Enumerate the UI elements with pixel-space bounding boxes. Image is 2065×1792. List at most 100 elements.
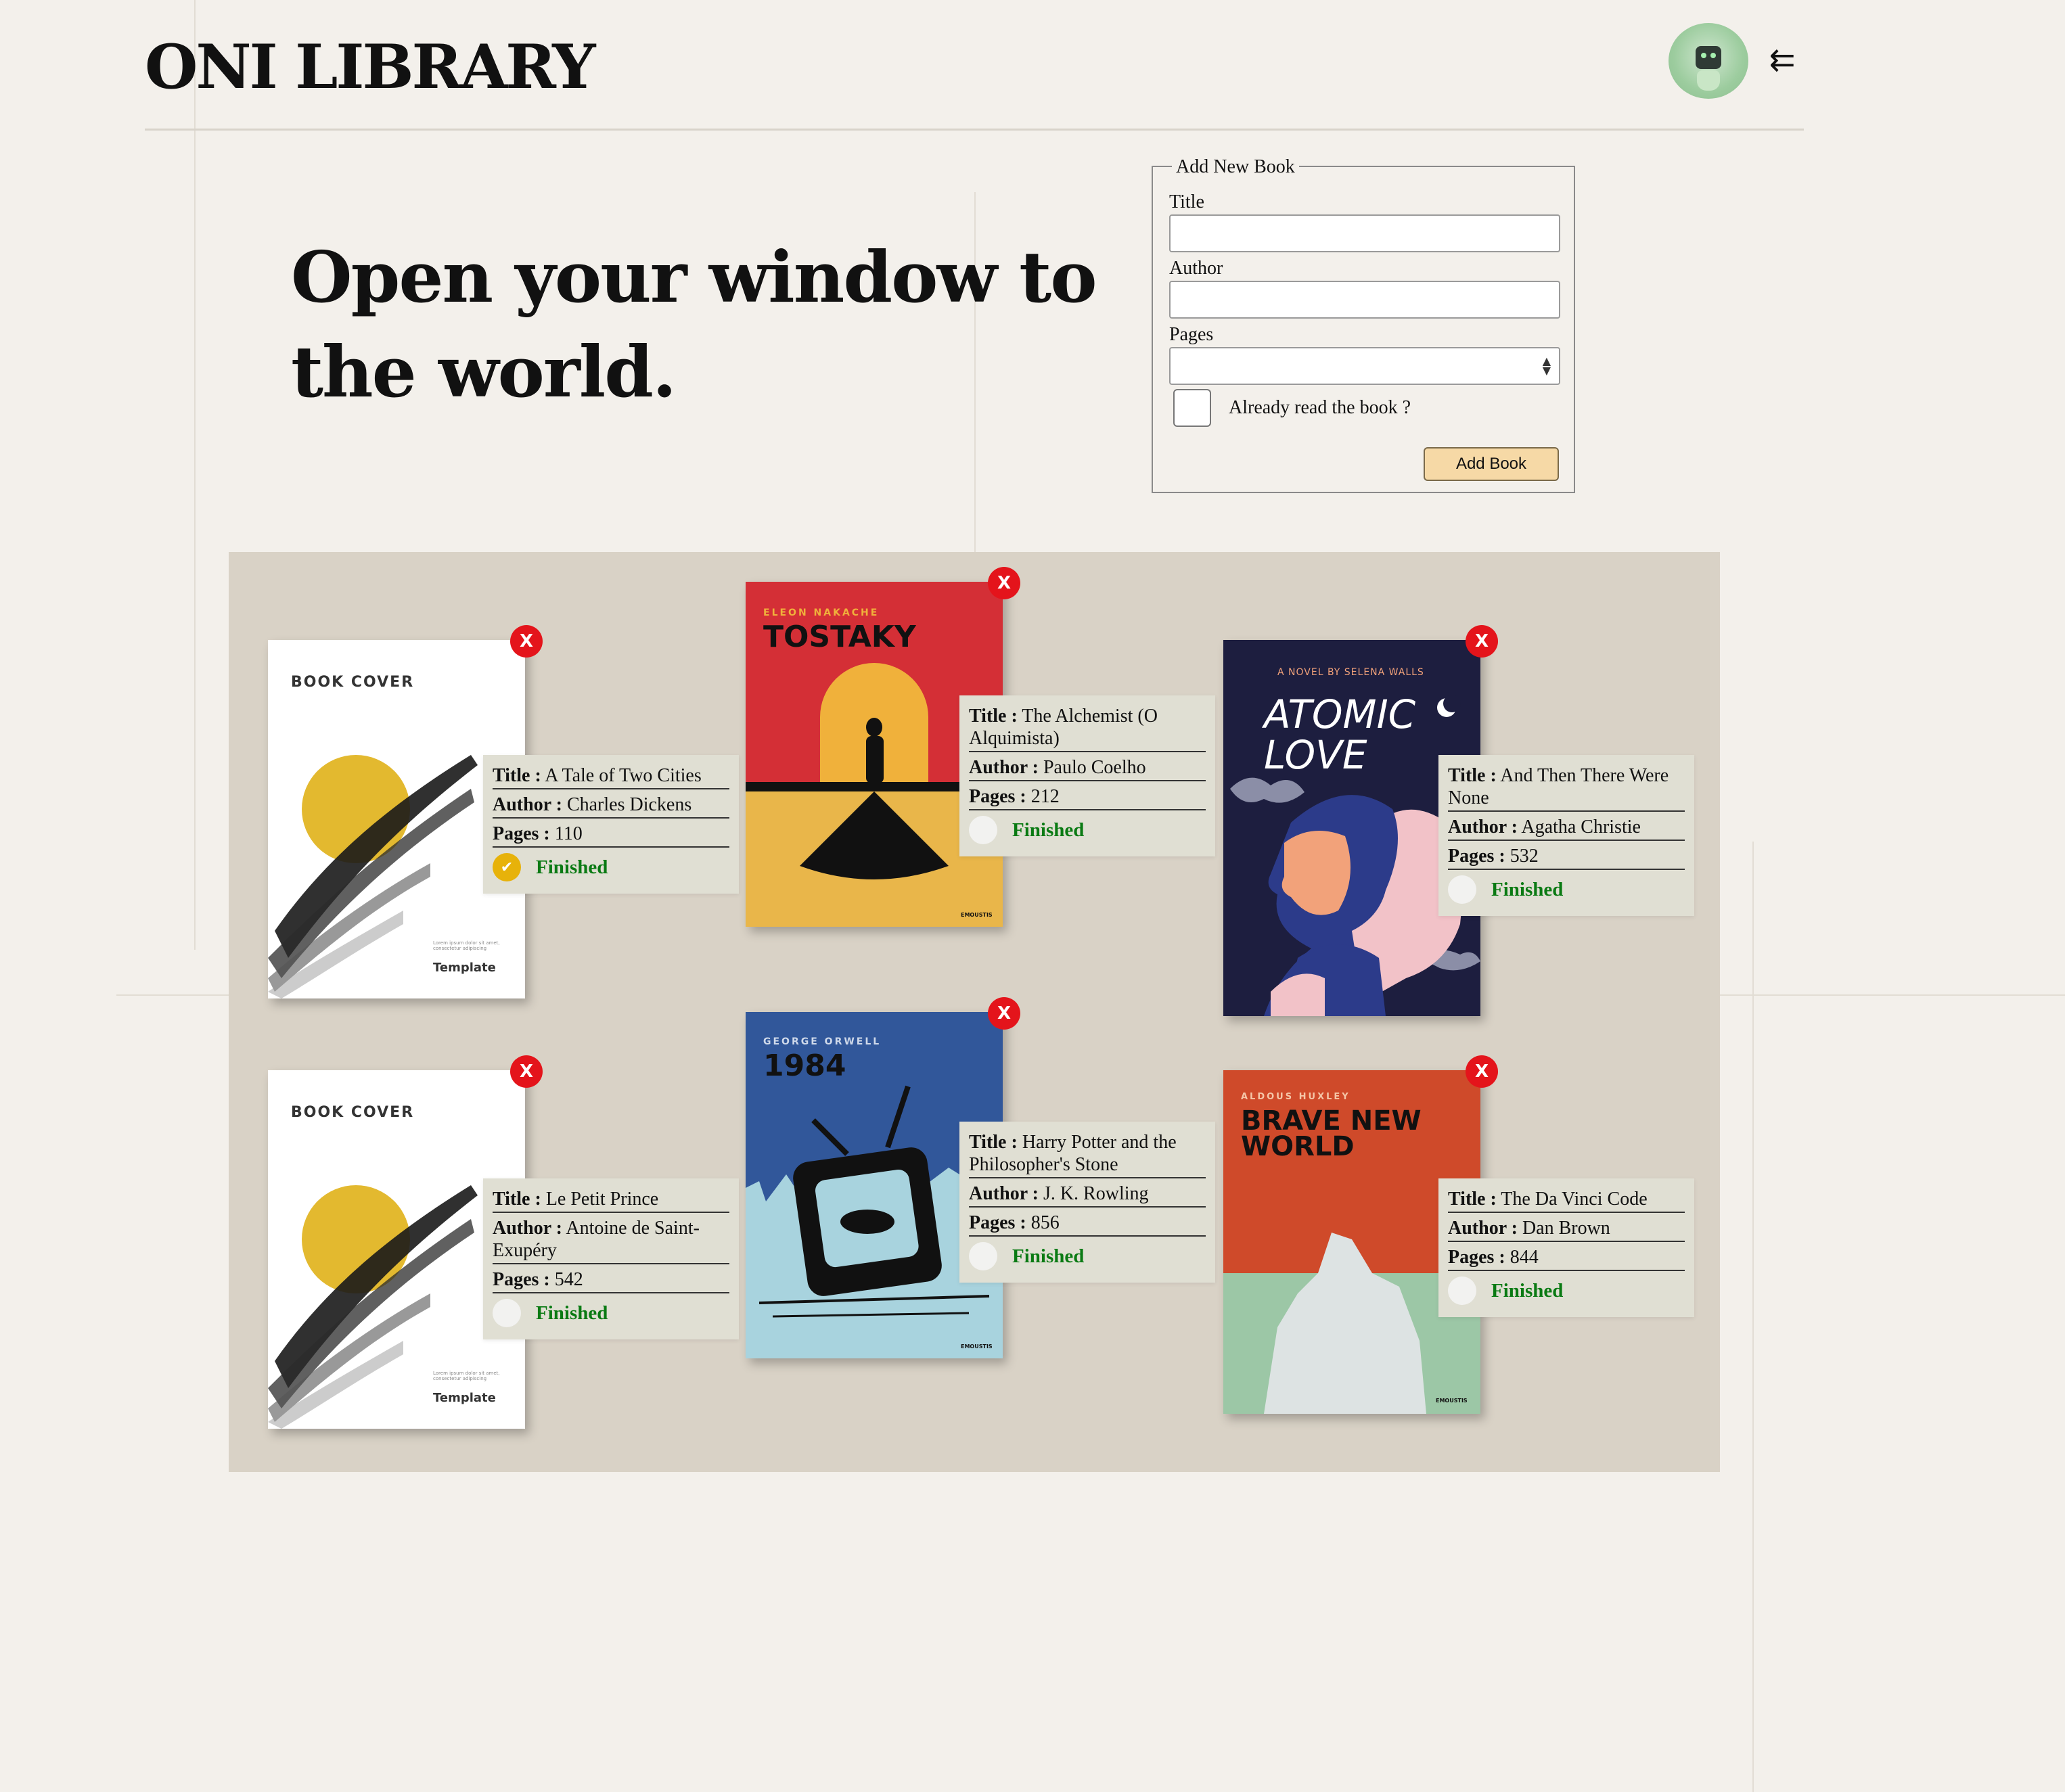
book-pages: 844 bbox=[1510, 1247, 1539, 1268]
book-author: Charles Dickens bbox=[566, 794, 692, 815]
guide-line bbox=[194, 0, 196, 950]
book-title-row: Title : And Then There Were None bbox=[1448, 764, 1685, 812]
title-label: Title : bbox=[1448, 765, 1497, 786]
book-pages-row: Pages : 844 bbox=[1448, 1246, 1685, 1271]
book-title: Le Petit Prince bbox=[545, 1189, 659, 1210]
book-info-panel: Title : Le Petit Prince Author : Antoine… bbox=[483, 1178, 739, 1339]
title-label: Title : bbox=[493, 1189, 541, 1210]
delete-book-button[interactable]: X bbox=[1466, 625, 1498, 658]
cover-title: BRAVE NEW WORLD bbox=[1241, 1105, 1422, 1162]
avatar[interactable] bbox=[1669, 23, 1748, 99]
book-pages: 856 bbox=[1030, 1212, 1060, 1233]
read-status: Finished bbox=[969, 814, 1206, 844]
delete-book-button[interactable]: X bbox=[510, 1055, 543, 1088]
read-toggle[interactable] bbox=[969, 1242, 997, 1270]
cover-author: GEORGE ORWELL bbox=[763, 1036, 882, 1047]
author-label: Author : bbox=[493, 1218, 562, 1239]
author-input[interactable] bbox=[1169, 281, 1560, 319]
read-status: Finished bbox=[493, 1297, 729, 1327]
finished-label: Finished bbox=[1012, 1245, 1085, 1267]
book-author: Paulo Coelho bbox=[1043, 757, 1146, 778]
book-author: Agatha Christie bbox=[1521, 817, 1641, 837]
cover-title: 1984 bbox=[763, 1049, 846, 1083]
book-pages: 542 bbox=[554, 1269, 583, 1290]
pages-label: Pages : bbox=[969, 1212, 1026, 1233]
book-title-row: Title : A Tale of Two Cities bbox=[493, 764, 729, 789]
add-book-button[interactable]: Add Book bbox=[1424, 447, 1559, 481]
pages-label: Pages : bbox=[493, 1269, 550, 1290]
cover-author: ELEON NAKACHE bbox=[763, 607, 880, 618]
robot-body bbox=[1697, 70, 1720, 91]
book-info-panel: Title : The Da Vinci Code Author : Dan B… bbox=[1438, 1178, 1694, 1317]
publisher-logo: EMOUSTIS bbox=[1436, 1398, 1468, 1404]
header-divider bbox=[145, 129, 1804, 131]
book-pages-row: Pages : 212 bbox=[969, 785, 1206, 810]
finished-label: Finished bbox=[536, 856, 608, 878]
delete-book-button[interactable]: X bbox=[510, 625, 543, 658]
book-author: J. K. Rowling bbox=[1043, 1183, 1149, 1204]
add-book-form: Add New Book Title Author Pages ▲ ▼ Alrea… bbox=[1152, 156, 1575, 493]
book-author-row: Author : Paulo Coelho bbox=[969, 756, 1206, 781]
finished-label: Finished bbox=[536, 1302, 608, 1324]
read-toggle[interactable]: ✔ bbox=[493, 853, 521, 881]
book-title: A Tale of Two Cities bbox=[545, 765, 702, 786]
robot-head bbox=[1696, 46, 1721, 69]
form-legend: Add New Book bbox=[1172, 156, 1299, 178]
book-title: The Da Vinci Code bbox=[1501, 1189, 1648, 1210]
collapse-menu-icon[interactable]: ⇇ bbox=[1765, 42, 1800, 77]
book-info-panel: Title : A Tale of Two Cities Author : Ch… bbox=[483, 755, 739, 894]
book-title-row: Title : Harry Potter and the Philosopher… bbox=[969, 1131, 1206, 1178]
read-status: Finished bbox=[1448, 874, 1685, 904]
title-label: Title : bbox=[969, 1132, 1018, 1153]
book-info-panel: Title : Harry Potter and the Philosopher… bbox=[959, 1122, 1215, 1283]
read-toggle[interactable] bbox=[493, 1299, 521, 1327]
delete-book-button[interactable]: X bbox=[988, 567, 1020, 599]
cover-footer: Template bbox=[433, 961, 496, 975]
already-read-checkbox[interactable] bbox=[1173, 389, 1211, 427]
delete-book-button[interactable]: X bbox=[988, 997, 1020, 1030]
number-spinner-icon[interactable]: ▲ ▼ bbox=[1543, 356, 1551, 376]
checkmark-icon: ✔ bbox=[500, 858, 514, 876]
guide-line bbox=[1752, 842, 1754, 1792]
pages-label: Pages : bbox=[969, 786, 1026, 807]
read-toggle[interactable] bbox=[1448, 875, 1476, 904]
finished-label: Finished bbox=[1491, 1279, 1564, 1302]
title-label: Title : bbox=[493, 765, 541, 786]
book-pages: 110 bbox=[554, 823, 583, 844]
finished-label: Finished bbox=[1491, 878, 1564, 900]
book-title-row: Title : Le Petit Prince bbox=[493, 1188, 729, 1213]
site-logo[interactable]: ONI LIBRARY bbox=[145, 31, 595, 103]
read-status: Finished bbox=[969, 1241, 1206, 1270]
author-label: Author : bbox=[493, 794, 562, 815]
cover-author: A NOVEL BY SELENA WALLS bbox=[1277, 667, 1424, 678]
book-author-row: Author : Antoine de Saint-Exupéry bbox=[493, 1217, 729, 1264]
book-info-panel: Title : And Then There Were None Author … bbox=[1438, 755, 1694, 916]
cover-fine-print: Lorem ipsum dolor sit amet, consectetur … bbox=[433, 940, 500, 951]
read-status: ✔ Finished bbox=[493, 852, 729, 881]
book-author-row: Author : J. K. Rowling bbox=[969, 1182, 1206, 1208]
author-label: Author : bbox=[1448, 817, 1518, 837]
pages-label: Pages : bbox=[1448, 846, 1505, 867]
title-input[interactable] bbox=[1169, 214, 1560, 252]
cover-author: ALDOUS HUXLEY bbox=[1241, 1092, 1351, 1102]
book-pages-row: Pages : 856 bbox=[969, 1212, 1206, 1237]
publisher-logo: EMOUSTIS bbox=[961, 912, 993, 918]
title-label: Title : bbox=[1448, 1189, 1497, 1210]
cover-fine-print: Lorem ipsum dolor sit amet, consectetur … bbox=[433, 1371, 500, 1381]
book-pages-row: Pages : 110 bbox=[493, 823, 729, 848]
read-status: Finished bbox=[1448, 1275, 1685, 1305]
book-author-row: Author : Dan Brown bbox=[1448, 1217, 1685, 1242]
robot-eye bbox=[1701, 53, 1706, 58]
read-toggle[interactable] bbox=[1448, 1277, 1476, 1305]
delete-book-button[interactable]: X bbox=[1466, 1055, 1498, 1088]
publisher-logo: EMOUSTIS bbox=[961, 1343, 993, 1350]
cover-title: TOSTAKY bbox=[763, 620, 916, 654]
finished-label: Finished bbox=[1012, 819, 1085, 841]
read-toggle[interactable] bbox=[969, 816, 997, 844]
author-label: Author : bbox=[969, 1183, 1039, 1204]
author-label: Author bbox=[1169, 258, 1223, 279]
cover-title: ATOMIC LOVE bbox=[1264, 691, 1416, 778]
pages-input[interactable]: ▲ ▼ bbox=[1169, 347, 1560, 385]
book-author: Dan Brown bbox=[1522, 1218, 1610, 1239]
pages-label: Pages bbox=[1169, 324, 1214, 345]
